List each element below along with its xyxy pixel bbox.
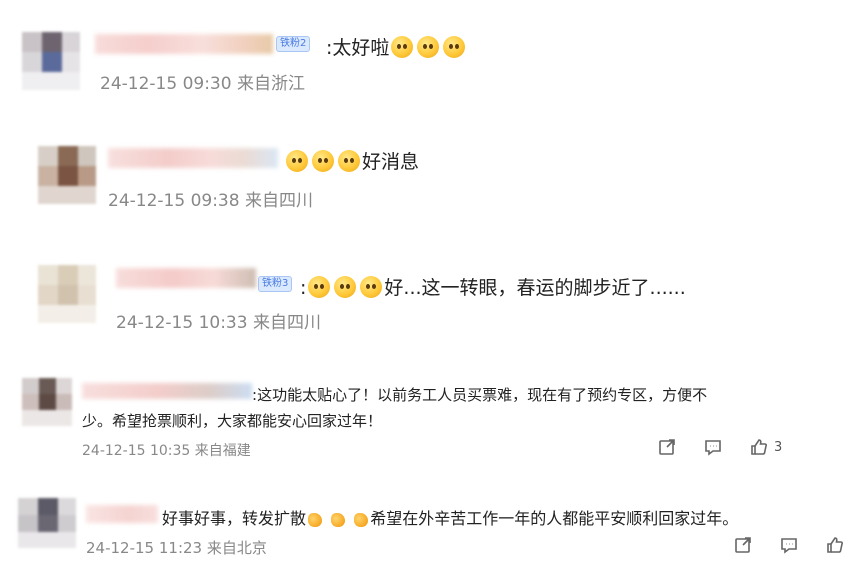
crying-face-emoji <box>443 36 466 58</box>
timestamp: 24-12-15 10:35 <box>82 443 191 459</box>
thumbs-up-icon <box>751 439 767 455</box>
comment-actions <box>706 536 844 554</box>
share-icon <box>659 439 675 455</box>
comment-text: :太好啦 <box>326 33 467 60</box>
crying-face-emoji <box>334 276 357 298</box>
comment-button[interactable] <box>780 536 798 554</box>
clapping-hands-emoji <box>308 513 323 527</box>
location: 来自浙江 <box>236 74 305 94</box>
comment-meta: 24-12-15 10:35 来自福建 <box>82 440 251 460</box>
thumbs-up-icon <box>827 537 843 553</box>
like-button[interactable] <box>826 536 844 554</box>
location: 来自北京 <box>206 539 267 557</box>
comment-meta: 24-12-15 11:23 来自北京 <box>86 537 267 558</box>
comment-button[interactable] <box>704 438 722 456</box>
comment-meta: 24-12-15 09:30 来自浙江 <box>100 69 305 94</box>
comment-text: :这功能太贴心了！以前务工人员买票难，现在有了预约专区，方便不 <box>252 386 708 404</box>
username-blurred[interactable] <box>108 148 278 168</box>
location: 来自福建 <box>194 443 251 459</box>
share-button[interactable] <box>658 438 676 456</box>
avatar[interactable] <box>38 265 96 323</box>
crying-face-emoji <box>312 150 334 172</box>
clapping-hands-emoji <box>331 513 346 527</box>
crying-face-emoji <box>286 150 308 172</box>
username-blurred[interactable] <box>116 268 256 288</box>
comment-text: 好事好事，转发扩散 希望在外辛苦工作一年的人都能平安顺利回家过年。 <box>162 509 739 528</box>
share-icon <box>735 537 751 553</box>
username-blurred[interactable] <box>82 383 252 399</box>
timestamp: 24-12-15 10:33 <box>116 313 248 333</box>
location: 来自四川 <box>244 191 313 211</box>
username-blurred[interactable] <box>95 34 273 54</box>
timestamp: 24-12-15 09:38 <box>108 191 240 211</box>
comment-icon <box>781 538 797 554</box>
comment-text: 好消息 <box>284 147 419 174</box>
like-count: 3 <box>774 439 783 455</box>
crying-face-emoji <box>417 36 440 58</box>
comment-meta: 24-12-15 09:38 来自四川 <box>108 186 313 211</box>
comment-actions: 3 <box>630 438 782 456</box>
timestamp: 24-12-15 11:23 <box>86 539 203 557</box>
crying-face-emoji <box>308 276 331 298</box>
username-blurred[interactable] <box>86 505 158 523</box>
clapping-hands-emoji <box>354 513 369 527</box>
crying-face-emoji <box>338 150 360 172</box>
fan-badge: 铁粉3 <box>258 276 293 292</box>
crying-face-emoji <box>360 276 383 298</box>
share-button[interactable] <box>734 536 752 554</box>
avatar[interactable] <box>22 378 72 426</box>
avatar[interactable] <box>18 498 76 548</box>
comment-icon <box>705 440 721 456</box>
crying-face-emoji <box>391 36 414 58</box>
timestamp: 24-12-15 09:30 <box>100 74 232 94</box>
avatar[interactable] <box>38 146 96 204</box>
comment-text: : 好...这一转眼，春运的脚步近了...... <box>300 276 686 299</box>
location: 来自四川 <box>252 313 321 333</box>
fan-badge: 铁粉2 <box>276 36 311 52</box>
comment-text-line2: 少。希望抢票顺利，大家都能安心回家过年！ <box>82 412 383 430</box>
comment-meta: 24-12-15 10:33 来自四川 <box>116 308 321 333</box>
like-button[interactable]: 3 <box>750 438 782 456</box>
avatar[interactable] <box>22 32 80 90</box>
